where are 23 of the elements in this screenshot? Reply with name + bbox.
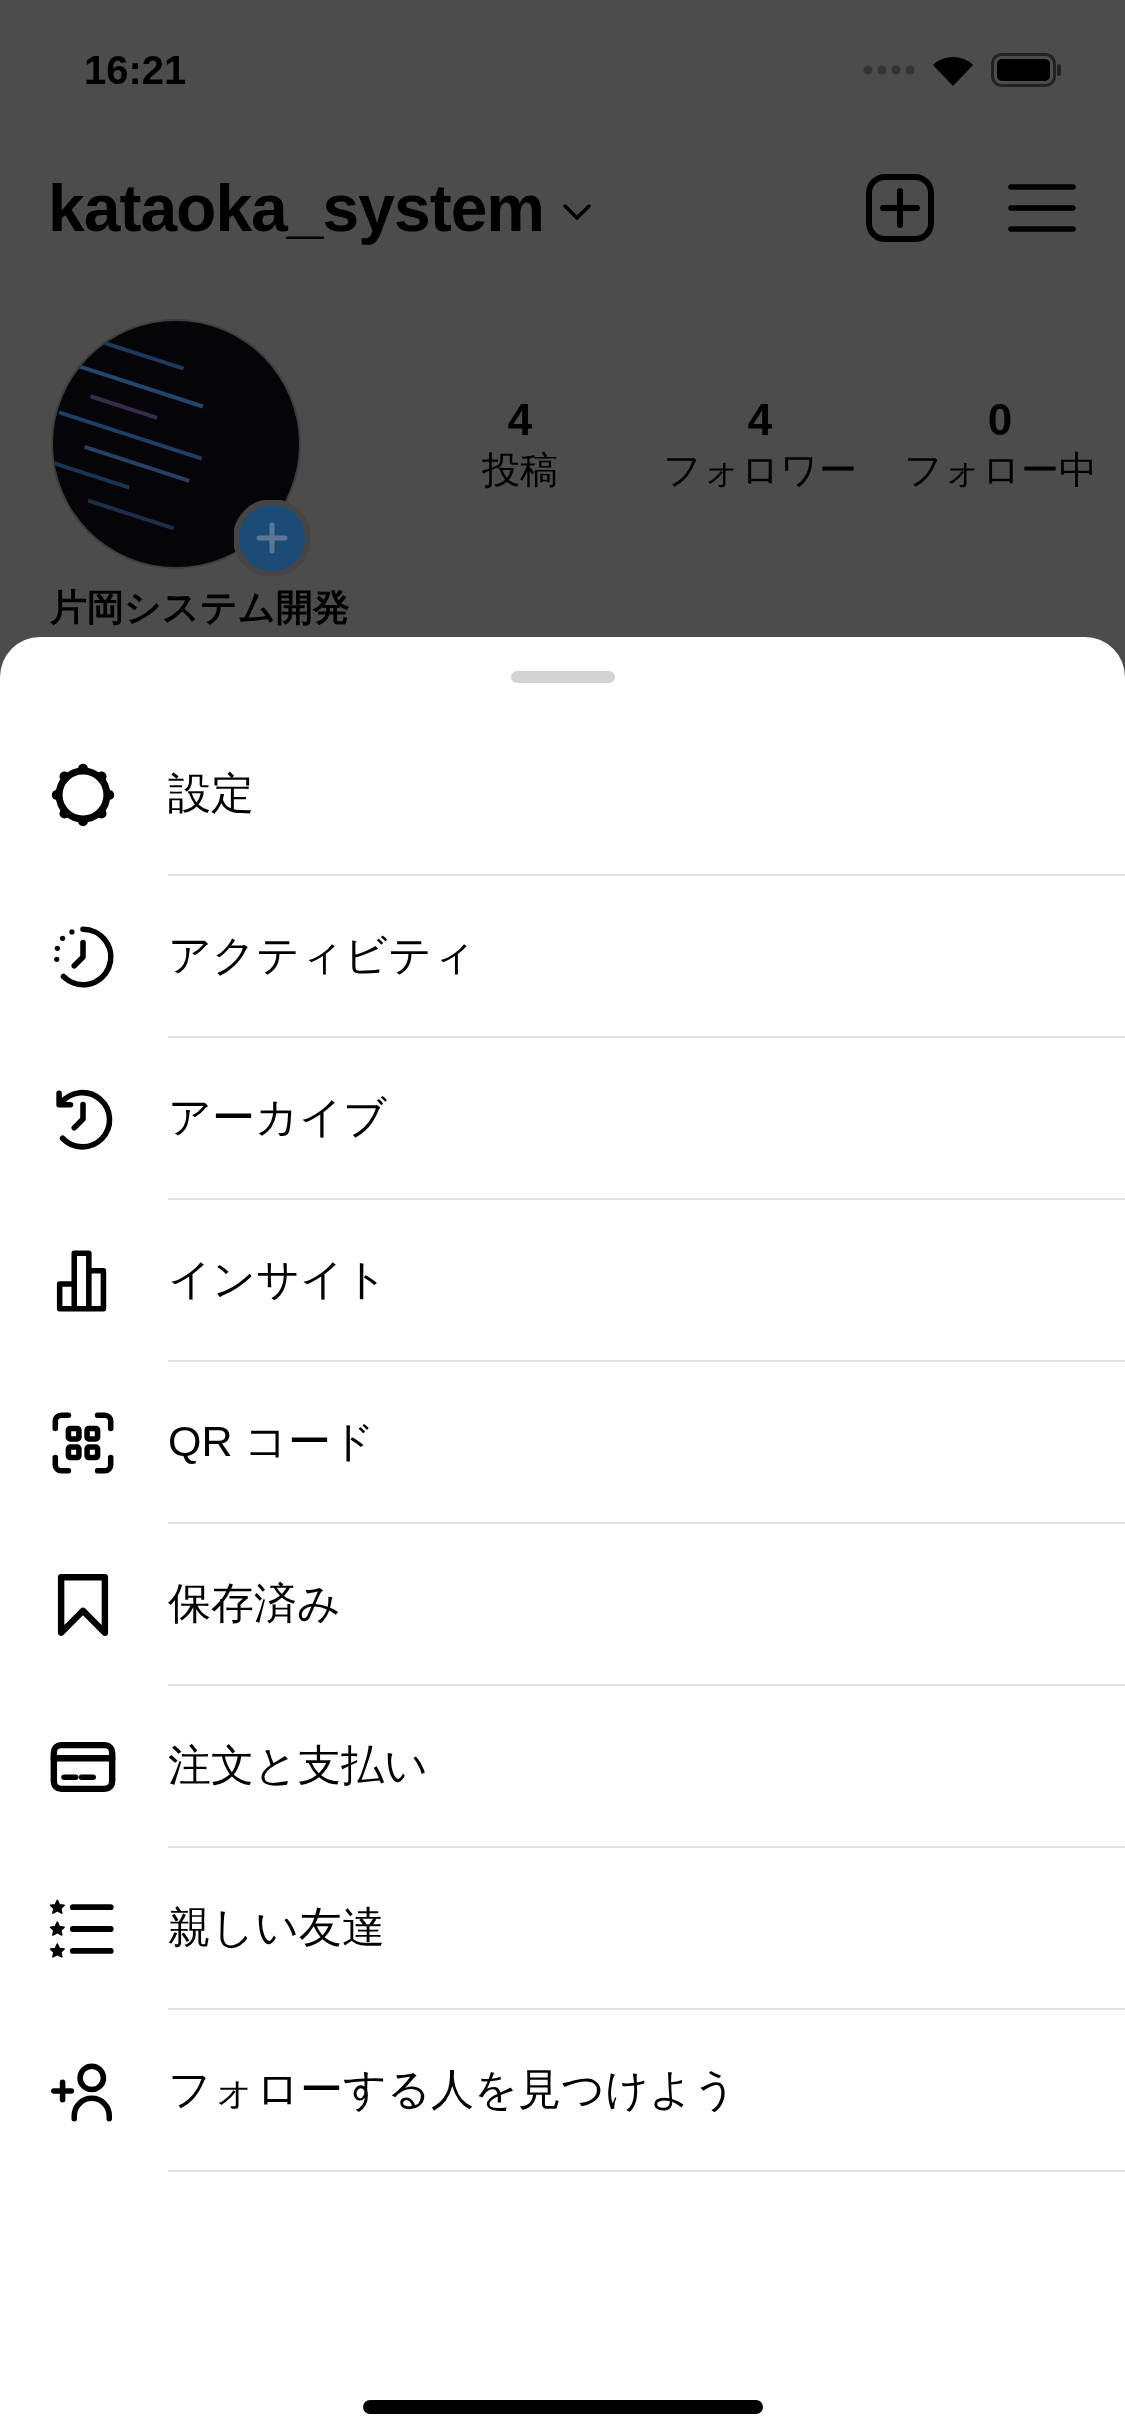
stat-label: 投稿 [482, 448, 558, 493]
sheet-handle[interactable] [510, 671, 615, 683]
create-button[interactable] [865, 172, 935, 243]
menu-item[interactable]: インサイト [168, 1251, 388, 1309]
menu-item[interactable]: アクティビティ [168, 927, 476, 985]
battery-icon [991, 53, 1063, 87]
menu-item[interactable]: QR コード [168, 1413, 376, 1471]
profile-name: 片岡システム開発 [49, 586, 351, 630]
add-story-icon[interactable] [234, 500, 310, 576]
status-time: 16:21 [84, 47, 187, 93]
username-title: kataoka_system [48, 169, 545, 246]
menu-item[interactable]: フォローする人を見つけよう [168, 2061, 737, 2119]
menu-item[interactable]: 親しい友達 [168, 1899, 385, 1957]
menu-item[interactable]: 保存済み [168, 1575, 341, 1633]
stat-count: 4 [747, 394, 773, 446]
menu-item[interactable]: 設定 [168, 765, 254, 823]
stat-count: 4 [507, 394, 533, 446]
stat-label: フォロー中 [903, 448, 1097, 493]
stat-count: 0 [987, 394, 1013, 446]
stat-label: フォロワー [663, 448, 857, 493]
signal-icon [863, 65, 915, 75]
menu-item[interactable]: アーカイブ [168, 1089, 387, 1147]
menu-item[interactable]: 注文と支払い [168, 1737, 428, 1795]
